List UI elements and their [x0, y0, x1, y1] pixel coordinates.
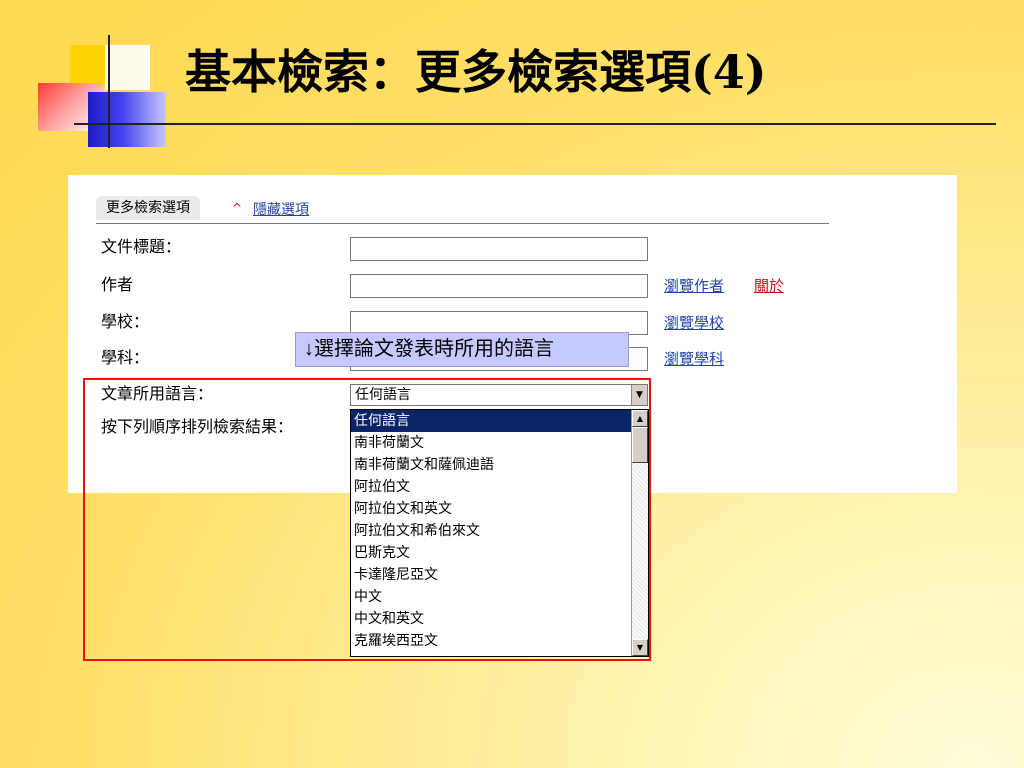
hide-options-link[interactable]: 隱藏選項: [253, 198, 309, 222]
browse-authors-link[interactable]: 瀏覽作者: [664, 276, 724, 296]
callout-tooltip: ↓選擇論文發表時所用的語言: [295, 332, 629, 367]
decor-blue-square: [88, 92, 166, 147]
tab-divider: [96, 223, 829, 224]
collapse-caret-icon: ^: [232, 201, 243, 215]
title-field-label: 文件標題：: [101, 237, 182, 256]
title-input[interactable]: [350, 237, 648, 261]
browse-schools-link[interactable]: 瀏覽學校: [664, 313, 724, 333]
decor-vertical-line: [108, 35, 110, 148]
title-underline: [74, 123, 996, 125]
author-field-label: 作者: [101, 275, 134, 294]
author-input[interactable]: [350, 274, 648, 298]
about-link[interactable]: 關於: [754, 276, 784, 296]
browse-subjects-link[interactable]: 瀏覽學科: [664, 349, 724, 369]
highlight-box: [83, 378, 651, 661]
slide-title: 基本檢索：更多檢索選項(4): [185, 45, 767, 99]
subject-field-label: 學科：: [101, 348, 150, 367]
decor-yellow-square: [70, 45, 110, 85]
school-field-label: 學校：: [101, 312, 150, 331]
tab-more-options[interactable]: 更多檢索選項: [96, 196, 200, 220]
decor-white-square: [105, 45, 150, 90]
